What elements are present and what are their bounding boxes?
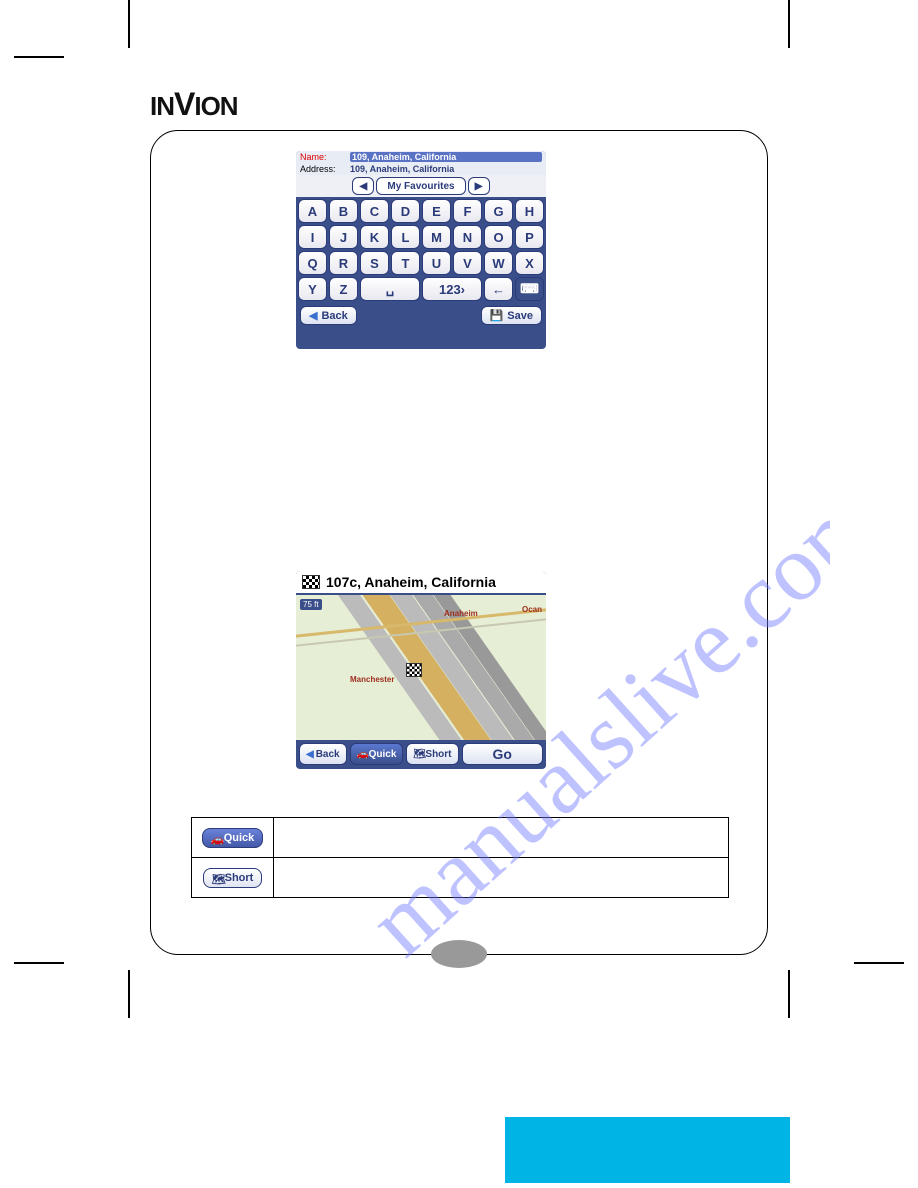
crop-mark — [854, 962, 904, 964]
crop-mark — [788, 0, 790, 48]
icon-description-table: 🚗 Quick 🗺 Short — [191, 817, 729, 898]
key-g[interactable]: G — [484, 199, 513, 223]
go-button[interactable]: Go — [462, 743, 543, 765]
destination-title-bar: 107c, Anaheim, California — [296, 571, 546, 595]
page-frame: Name: 109, Anaheim, California Address: … — [150, 130, 768, 955]
quick-chip: 🚗 Quick — [202, 828, 264, 848]
short-route-button[interactable]: 🗺 Short — [406, 743, 458, 765]
key-y[interactable]: Y — [298, 277, 327, 301]
key-c[interactable]: C — [360, 199, 389, 223]
short-description-cell — [274, 858, 729, 898]
save-label: Save — [507, 310, 533, 322]
key-x[interactable]: X — [515, 251, 544, 275]
map-label-manchester: Manchester — [350, 675, 394, 684]
key-numeric[interactable]: 123› — [422, 277, 482, 301]
destination-marker-icon — [406, 663, 422, 677]
crop-mark — [14, 962, 64, 964]
quick-icon-cell: 🚗 Quick — [192, 818, 274, 858]
address-value: 109, Anaheim, California — [350, 164, 542, 174]
back-button[interactable]: ◀ Back — [300, 306, 357, 325]
name-label: Name: — [300, 152, 346, 162]
map-label-anaheim: Anaheim — [444, 609, 478, 618]
map-back-button[interactable]: ◀ Back — [299, 743, 347, 765]
scale-badge: 75 ft — [300, 599, 322, 610]
key-n[interactable]: N — [453, 225, 482, 249]
table-row: 🚗 Quick — [192, 818, 729, 858]
map-bottom-bar: ◀ Back 🚗 Quick 🗺 Short Go — [296, 740, 546, 768]
key-space[interactable]: ␣ — [360, 277, 420, 301]
map-back-label: Back — [316, 749, 340, 760]
bottom-bar: ◀ Back 💾 Save — [296, 303, 546, 328]
key-v[interactable]: V — [453, 251, 482, 275]
key-l[interactable]: L — [391, 225, 420, 249]
key-d[interactable]: D — [391, 199, 420, 223]
key-r[interactable]: R — [329, 251, 358, 275]
favourites-row: ◀ My Favourites ▶ — [296, 175, 546, 197]
back-arrow-icon: ◀ — [306, 749, 314, 760]
route-icon: 🗺 — [413, 749, 423, 759]
footer-color-block — [505, 1117, 790, 1183]
key-b[interactable]: B — [329, 199, 358, 223]
map-area[interactable]: 75 ft Anaheim Ocan Manchester — [296, 595, 546, 740]
frame-tab-oval — [431, 940, 487, 968]
key-o[interactable]: O — [484, 225, 513, 249]
short-chip-label: Short — [225, 872, 254, 884]
quick-label: Quick — [369, 749, 397, 760]
key-backspace[interactable]: ← — [484, 277, 513, 301]
go-label: Go — [493, 746, 512, 762]
map-screenshot: 107c, Anaheim, California 75 ft Anaheim … — [296, 571, 546, 769]
crop-mark — [14, 56, 64, 58]
key-z[interactable]: Z — [329, 277, 358, 301]
route-icon: 🗺 — [212, 873, 222, 883]
crop-mark — [128, 970, 130, 1018]
next-arrow-button[interactable]: ▶ — [468, 177, 490, 195]
key-p[interactable]: P — [515, 225, 544, 249]
back-arrow-icon: ◀ — [309, 309, 317, 322]
key-k[interactable]: K — [360, 225, 389, 249]
key-f[interactable]: F — [453, 199, 482, 223]
key-e[interactable]: E — [422, 199, 451, 223]
key-t[interactable]: T — [391, 251, 420, 275]
key-u[interactable]: U — [422, 251, 451, 275]
keyboard: A B C D E F G H I J K L M N O P Q R S T … — [296, 197, 546, 303]
address-label: Address: — [300, 164, 346, 174]
quick-description-cell — [274, 818, 729, 858]
keyboard-screenshot: Name: 109, Anaheim, California Address: … — [296, 151, 546, 349]
crop-mark — [788, 970, 790, 1018]
key-m[interactable]: M — [422, 225, 451, 249]
back-label: Back — [321, 310, 347, 322]
table-row: 🗺 Short — [192, 858, 729, 898]
key-h[interactable]: H — [515, 199, 544, 223]
save-icon: 💾 — [490, 309, 504, 322]
short-chip: 🗺 Short — [203, 868, 263, 888]
quick-route-button[interactable]: 🚗 Quick — [350, 743, 404, 765]
key-j[interactable]: J — [329, 225, 358, 249]
destination-title: 107c, Anaheim, California — [326, 574, 496, 590]
brand-logo: INVION — [150, 86, 238, 123]
quick-chip-label: Quick — [224, 832, 255, 844]
key-q[interactable]: Q — [298, 251, 327, 275]
favourites-button[interactable]: My Favourites — [376, 177, 465, 195]
key-a[interactable]: A — [298, 199, 327, 223]
name-value[interactable]: 109, Anaheim, California — [350, 152, 542, 162]
name-row: Name: 109, Anaheim, California — [296, 151, 546, 163]
short-icon-cell: 🗺 Short — [192, 858, 274, 898]
address-row: Address: 109, Anaheim, California — [296, 163, 546, 175]
key-keyboard-mode[interactable]: ⌨ — [515, 277, 544, 301]
key-i[interactable]: I — [298, 225, 327, 249]
car-icon: 🚗 — [357, 749, 367, 759]
short-label: Short — [425, 749, 451, 760]
prev-arrow-button[interactable]: ◀ — [352, 177, 374, 195]
save-button[interactable]: 💾 Save — [481, 306, 542, 325]
car-icon: 🚗 — [211, 833, 221, 843]
map-label-ocean: Ocan — [522, 605, 542, 614]
destination-flag-icon — [302, 575, 320, 589]
key-w[interactable]: W — [484, 251, 513, 275]
key-s[interactable]: S — [360, 251, 389, 275]
crop-mark — [128, 0, 130, 48]
